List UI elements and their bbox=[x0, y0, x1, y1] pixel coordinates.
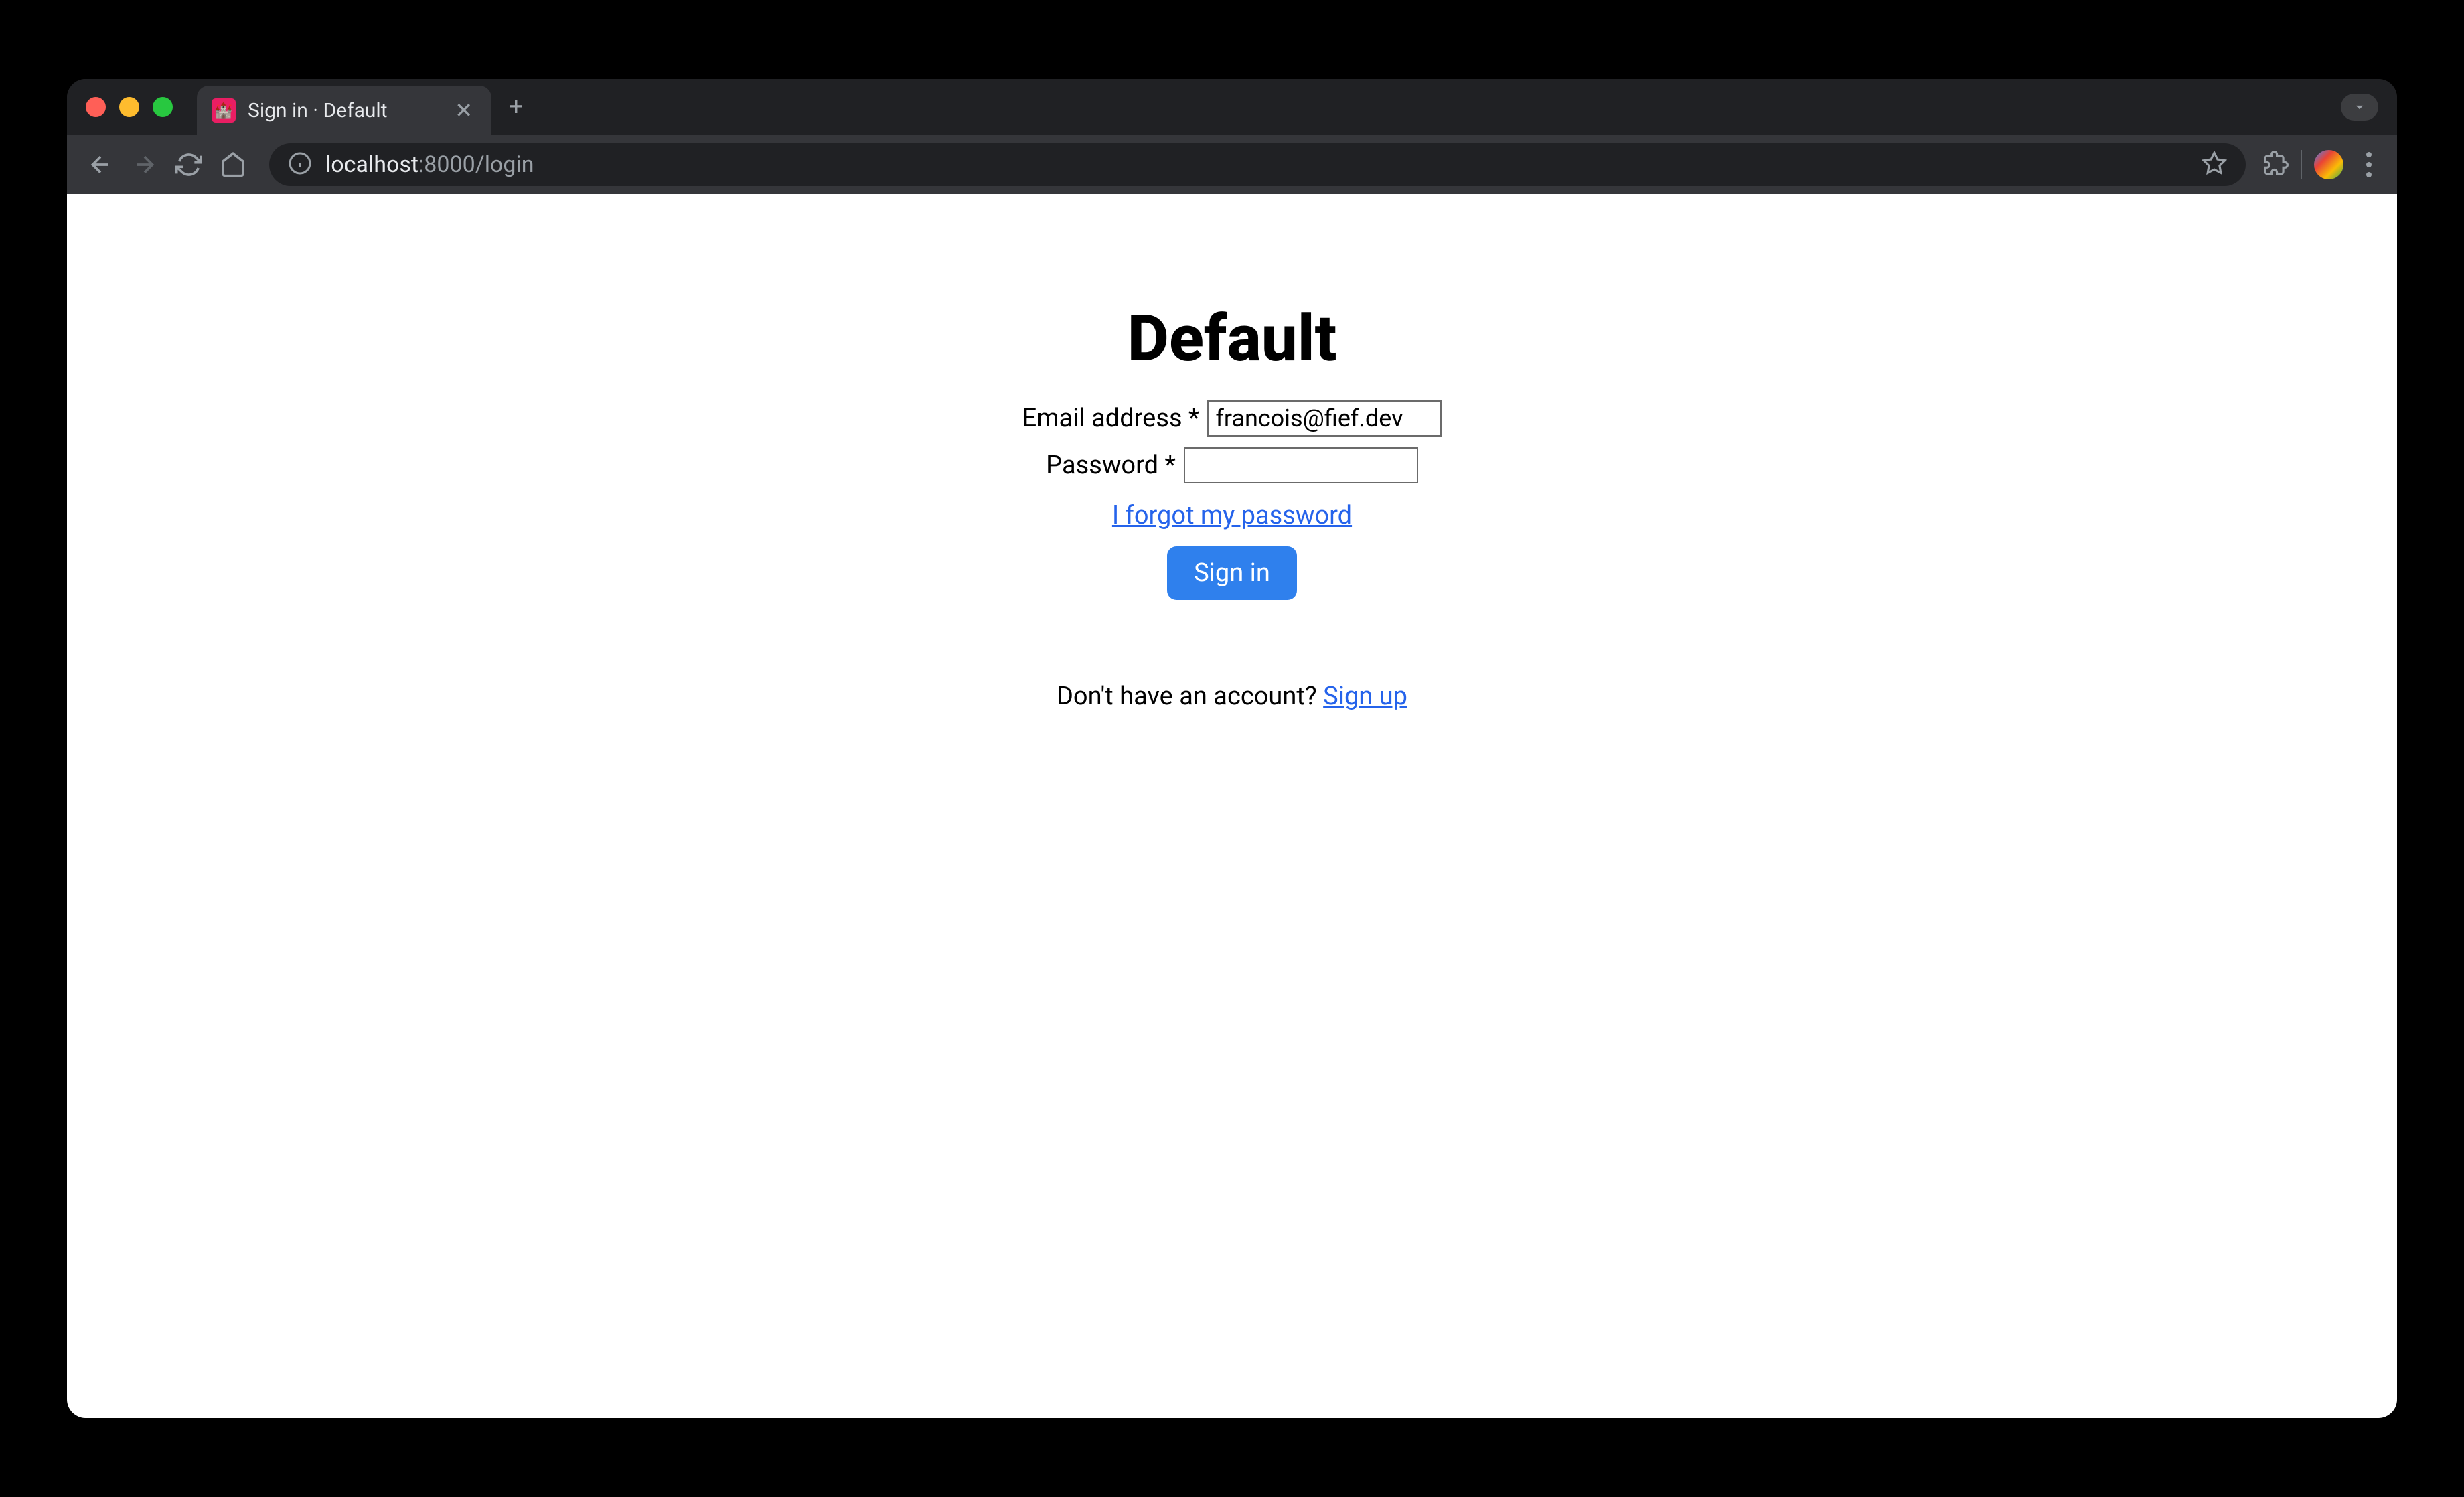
star-icon bbox=[2202, 151, 2227, 176]
tab-favicon-icon: 🏰 bbox=[212, 98, 236, 123]
browser-tab[interactable]: 🏰 Sign in · Default ✕ bbox=[197, 86, 491, 135]
password-label: Password * bbox=[1046, 451, 1176, 480]
extensions-button[interactable] bbox=[2263, 151, 2289, 179]
close-tab-icon[interactable]: ✕ bbox=[455, 100, 473, 121]
signup-link[interactable]: Sign up bbox=[1323, 682, 1407, 711]
reload-icon bbox=[175, 151, 202, 178]
toolbar-divider bbox=[2301, 150, 2302, 179]
back-button[interactable] bbox=[82, 146, 119, 183]
home-icon bbox=[220, 151, 246, 178]
browser-window: 🏰 Sign in · Default ✕ + bbox=[67, 79, 2397, 1418]
home-button[interactable] bbox=[214, 146, 252, 183]
tab-overflow-button[interactable] bbox=[2341, 94, 2378, 121]
email-row: Email address * bbox=[1022, 400, 1442, 437]
bookmark-button[interactable] bbox=[2202, 151, 2227, 179]
tab-bar: 🏰 Sign in · Default ✕ + bbox=[67, 79, 2397, 135]
reload-button[interactable] bbox=[170, 146, 208, 183]
page-title: Default bbox=[1022, 301, 1442, 376]
url-path: :8000/login bbox=[418, 151, 534, 178]
signup-prompt-row: Don't have an account? Sign up bbox=[1022, 675, 1442, 711]
profile-avatar[interactable] bbox=[2314, 150, 2343, 179]
address-bar[interactable]: localhost:8000/login bbox=[269, 143, 2246, 186]
close-window-button[interactable] bbox=[86, 97, 106, 117]
site-info-button[interactable] bbox=[288, 151, 312, 178]
forward-button[interactable] bbox=[126, 146, 163, 183]
password-field[interactable] bbox=[1184, 447, 1418, 483]
chevron-down-icon bbox=[2351, 98, 2368, 116]
password-row: Password * bbox=[1022, 447, 1442, 483]
arrow-right-icon bbox=[131, 151, 158, 178]
email-field[interactable] bbox=[1207, 400, 1442, 437]
info-icon bbox=[288, 151, 312, 175]
url-host: localhost bbox=[325, 151, 418, 178]
browser-menu-button[interactable] bbox=[2356, 152, 2382, 177]
tab-title: Sign in · Default bbox=[248, 99, 443, 123]
forgot-password-link[interactable]: I forgot my password bbox=[1112, 501, 1352, 530]
url-text: localhost:8000/login bbox=[325, 151, 2188, 178]
arrow-left-icon bbox=[87, 151, 114, 178]
minimize-window-button[interactable] bbox=[119, 97, 139, 117]
new-tab-button[interactable]: + bbox=[509, 94, 524, 120]
email-label: Email address * bbox=[1022, 404, 1200, 433]
page-viewport: Default Email address * Password * I for… bbox=[67, 194, 2397, 1418]
signin-button[interactable]: Sign in bbox=[1167, 546, 1297, 600]
puzzle-icon bbox=[2263, 151, 2289, 176]
signup-prompt-text: Don't have an account? bbox=[1057, 682, 1323, 711]
maximize-window-button[interactable] bbox=[153, 97, 173, 117]
browser-toolbar: localhost:8000/login bbox=[67, 135, 2397, 194]
window-controls bbox=[86, 97, 173, 117]
login-form: Default Email address * Password * I for… bbox=[1022, 301, 1442, 1418]
